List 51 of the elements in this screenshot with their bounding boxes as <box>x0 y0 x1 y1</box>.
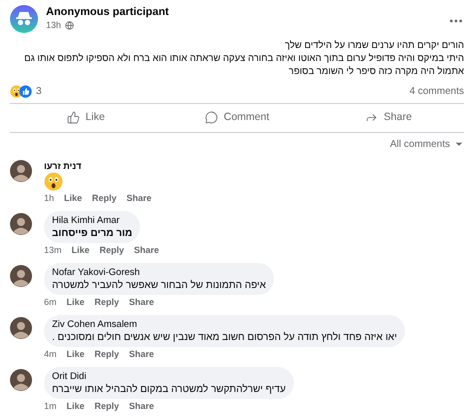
shocked-face-icon <box>44 172 63 191</box>
comment-action-link[interactable]: Reply <box>94 296 120 308</box>
comment-filter-dropdown[interactable]: All comments <box>390 136 464 152</box>
globe-icon <box>65 20 74 30</box>
comment-action-link[interactable]: Reply <box>100 244 124 256</box>
post-text-line: הורים יקרים תהיו ערנים שמרו על הילדים שלך <box>284 39 464 52</box>
avatar-icon <box>10 212 32 235</box>
avatar-icon <box>10 160 32 182</box>
comment-time: 1h <box>44 192 54 204</box>
anonymous-avatar-icon <box>10 5 38 33</box>
commenter-name[interactable]: Nofar Yakovi-Goresh <box>52 266 266 279</box>
comment-action-link[interactable]: Reply <box>94 400 120 412</box>
comment-action-link[interactable]: Like <box>64 192 82 204</box>
comment-text: עדיף ישרלהתקשר למשטרה במקום להבהיל אותו שייברח <box>52 382 286 396</box>
commenter-name[interactable]: Hila Kimhi Amar <box>52 214 132 227</box>
post-time[interactable]: 13h <box>46 19 62 31</box>
comment-action-link[interactable]: Reply <box>92 192 117 204</box>
author-name[interactable]: Anonymous participant <box>46 5 440 19</box>
comment-count[interactable]: 4 comments <box>410 84 464 99</box>
comment-icon <box>204 111 218 124</box>
post-text-line: היתי במיקס והיה פדופיל ערום בתוך האוטו ואיזה בחורה צעקה שראתה אותו הוא ברח ולא הספיקו לתפוס אותו גם <box>23 52 464 65</box>
comment-text: איפה התמונות של הבחור שאפשר להעביר למשטרה <box>52 278 266 292</box>
comment-action-link[interactable]: Share <box>134 244 160 256</box>
comment-action-link[interactable]: Like <box>66 296 85 308</box>
comment-time: 6m <box>44 296 57 308</box>
commenter-name[interactable]: דנית זרעו <box>44 160 82 172</box>
avatar-icon <box>10 264 32 287</box>
post-action-button[interactable]: Comment <box>161 106 313 130</box>
comment-action-link[interactable]: Share <box>126 192 152 204</box>
like-icon <box>66 111 80 124</box>
comment-text: יאו איזה פחד ולחץ תודה על הפרסום חשוב מאוד שנבין שיש אנשים חולים ומסוכנים . <box>52 330 397 344</box>
comment-time: 1m <box>44 400 57 412</box>
post-action-button[interactable]: Like <box>10 106 162 130</box>
comment-action-link[interactable]: Share <box>129 400 154 412</box>
comment-text: מור מרים פייסחוב <box>52 226 132 240</box>
reaction-count[interactable]: 3 <box>36 84 42 99</box>
comment-action-link[interactable]: Like <box>66 400 85 412</box>
post-action-button[interactable]: Share <box>312 106 464 130</box>
comment-action-link[interactable]: Share <box>129 348 154 360</box>
avatar-icon <box>10 316 32 339</box>
commenter-name[interactable]: Ziv Cohen Amsalem <box>52 318 397 331</box>
commenter-name[interactable]: Orit Didi <box>52 370 286 383</box>
comment-action-link[interactable]: Reply <box>94 348 120 360</box>
comment-action-link[interactable]: Like <box>66 348 85 360</box>
comment-time: 4m <box>44 348 57 360</box>
comment-time: 13m <box>44 244 62 256</box>
comment-action-link[interactable]: Like <box>72 244 90 256</box>
avatar-icon <box>10 368 32 391</box>
comment-action-link[interactable]: Share <box>129 296 154 308</box>
post-text-line: אתמול היה מקרה כזה סיפר לי השומר בסופר <box>288 65 464 78</box>
like-reaction-icon <box>19 85 32 98</box>
